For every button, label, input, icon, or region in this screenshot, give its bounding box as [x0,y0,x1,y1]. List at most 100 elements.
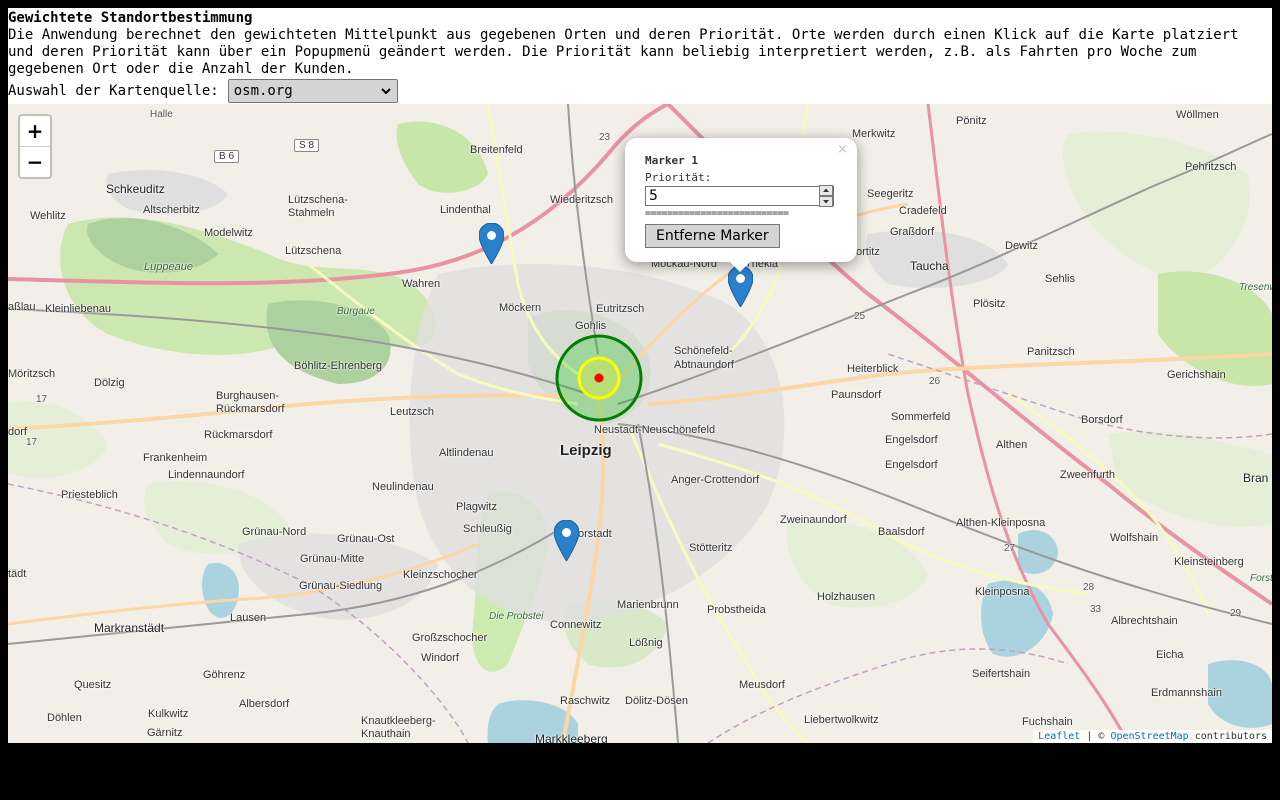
place-knautkleeberg: Knautkleeberg- Knauthain [361,715,436,740]
place-stoetteritz: Stötteritz [689,542,733,554]
remove-marker-button[interactable]: Entferne Marker [645,224,780,248]
location-marker-icon[interactable] [479,223,504,264]
location-marker-icon[interactable] [554,520,579,561]
place-gerichshain: Gerichshain [1167,369,1226,381]
place-suedvorstadt: orstadt [578,528,612,540]
place-markkleeberg: Markkleeberg [535,732,608,743]
road-17a-badge: 17 [36,394,48,405]
place-moritzsch: Möritzsch [8,368,56,380]
place-merkwitz: Merkwitz [852,128,896,140]
close-icon[interactable]: × [837,142,848,157]
place-taucha: Taucha [910,259,949,273]
zoom-in-button[interactable]: + [20,116,50,147]
road-29-badge: 29 [1230,608,1242,619]
place-luppeaue: Luppeaue [144,261,193,273]
place-boehlitz-ehrenberg: Böhlitz-Ehrenberg [294,360,383,372]
map-source-select[interactable]: osm.org [227,79,398,103]
place-kleinliebenau: Kleinliebenau [45,303,112,315]
place-dorf: dorf [8,426,27,438]
place-doelzig: Dölzig [94,377,125,389]
place-burgaue: Burgaue [337,306,375,317]
marker-popup: × Marker 1 Priorität: 5 ================… [625,138,857,272]
zoom-out-button[interactable]: − [20,147,50,177]
priority-label: Priorität: [645,171,712,184]
place-altscherbitz: Altscherbitz [143,204,200,216]
osm-link[interactable]: OpenStreetMap [1110,731,1188,742]
chevron-down-icon [381,88,391,95]
place-luetzschena: Lützschena [285,245,342,257]
place-albersdorf: Albersdorf [239,698,290,710]
place-albrechtshain: Albrechtshain [1111,615,1178,627]
place-erdmannshain: Erdmannshain [1151,687,1222,699]
place-lausen: Lausen [230,612,267,624]
road-33-badge: 33 [1090,604,1102,615]
place-zweinaundorf: Zweinaundorf [780,514,847,526]
place-altlindenau: Altlindenau [439,447,494,459]
place-seifertshain: Seifertshain [972,668,1031,680]
map-attribution: Leaflet | © OpenStreetMap contributors [1033,730,1272,743]
place-pehritzsch: Pehritzsch [1185,161,1237,173]
zoom-control: + − [18,114,52,179]
place-gruenau-siedlung: Grünau-Siedlung [299,580,383,592]
road-25-badge: 25 [854,311,866,322]
road-17b-badge: 17 [26,437,38,448]
place-doehlen: Döhlen [47,712,82,724]
place-anger-crottendorf: Anger-Crottendorf [671,474,760,486]
road-b6-badge: B 6 [214,150,240,163]
attribution-separator: | © [1080,731,1111,742]
place-luetzschena-stahmeln: Lützschena- Stahmeln [288,194,348,219]
place-lindennaundorf: Lindennaundorf [168,469,245,481]
place-althen: Althen [996,439,1028,451]
place-gruenau-ost: Grünau-Ost [337,533,395,545]
road-s8-badge: S 8 [294,139,320,152]
spinner-arrows-icon[interactable] [819,185,833,207]
place-bran: Bran [1243,471,1269,485]
place-liebertwolkwitz: Liebertwolkwitz [804,714,879,726]
place-goehrenz: Göhrenz [203,669,246,681]
place-forst: Forst [1250,573,1272,584]
place-gohlis: Gohlis [575,320,607,332]
map-canvas[interactable]: Leipzig Schkeuditz Altscherbitz Wehlitz … [8,104,1272,743]
priority-input[interactable]: 5 [645,186,834,206]
place-grassdorf: Graßdorf [890,226,935,238]
place-gaernitz: Gärnitz [147,727,183,739]
road-27-badge: 27 [1004,543,1016,554]
place-doelitz-doesen: Dölitz-Dösen [625,695,688,707]
place-zweenfurth: Zweenfurth [1060,469,1116,481]
place-borsdorf: Borsdorf [1081,414,1123,426]
place-fuchshain: Fuchshain [1022,716,1073,728]
leaflet-link[interactable]: Leaflet [1038,731,1080,742]
place-tstadt: tädt [8,568,27,580]
place-eutritzsch: Eutritzsch [596,303,645,315]
place-plagwitz: Plagwitz [456,501,497,513]
place-moeckern: Möckern [499,302,542,314]
place-wiederitzsch: Wiederitzsch [550,194,613,206]
place-loessnig: Lößnig [629,637,663,649]
place-engelsdorf-1: Engelsdorf [885,434,938,446]
place-ploesitz: Plösitz [973,298,1006,310]
place-die-probstei: Die Probstei [489,611,544,622]
place-probstheida: Probstheida [707,604,766,616]
place-dasslau: aßlau [8,301,36,313]
place-woellmen: Wöllmen [1176,109,1219,121]
place-paunsdorf: Paunsdorf [831,389,882,401]
header: Gewichtete Standortbestimmung Die Anwend… [8,10,1272,78]
place-panitzsch: Panitzsch [1027,346,1075,358]
place-cradefeld: Cradefeld [899,205,947,217]
place-markranstaedt: Markranstädt [94,621,165,635]
road-28-badge: 28 [1083,582,1095,593]
road-26-badge: 26 [929,376,941,387]
place-connewitz: Connewitz [550,619,602,631]
place-quesitz: Quesitz [74,679,112,691]
place-engelsdorf-2: Engelsdorf [885,459,938,471]
place-leipzig: Leipzig [560,442,612,459]
place-raschwitz: Raschwitz [560,695,611,707]
place-kleinzschocher: Kleinzschocher [403,569,478,581]
place-breitenfeld: Breitenfeld [470,144,523,156]
place-priesteblich: Priesteblich [61,489,118,501]
place-neulindenau: Neulindenau [372,481,434,493]
popup-tip [730,262,750,272]
place-wolfshain: Wolfshain [1110,532,1159,544]
location-marker-icon[interactable] [728,266,753,307]
map-source-row: Auswahl der Kartenquelle: osm.org [8,78,398,104]
